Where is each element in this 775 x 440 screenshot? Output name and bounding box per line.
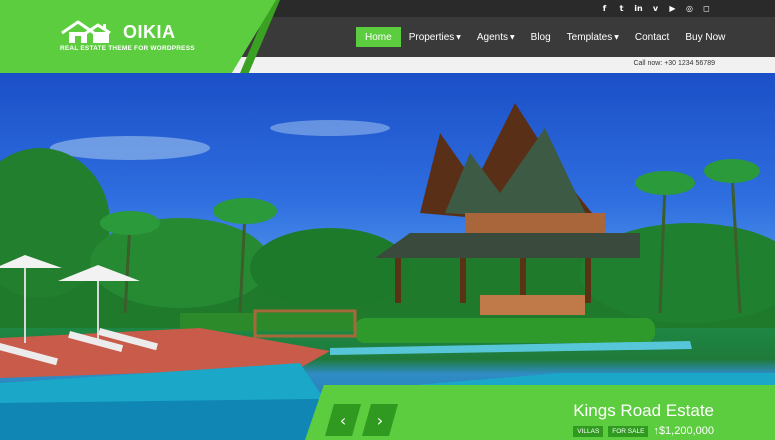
nav-item-contact[interactable]: Contact: [627, 27, 677, 47]
twitter-icon[interactable]: t: [613, 0, 630, 17]
resort-scene-image: [0, 103, 775, 440]
caret-down-icon: ▼: [614, 33, 619, 41]
tag-villas-badge[interactable]: VILLAS: [573, 425, 604, 437]
nav-item-label: Templates: [566, 31, 613, 43]
linkedin-icon[interactable]: in: [630, 0, 647, 17]
property-title[interactable]: Kings Road Estate: [573, 401, 714, 421]
facebook-icon[interactable]: f: [596, 0, 613, 17]
chevron-left-icon: ‹: [339, 410, 347, 430]
house-logo-icon[interactable]: [60, 20, 118, 44]
instagram-icon[interactable]: ◻: [698, 0, 715, 17]
nav-item-properties[interactable]: Properties ▼: [401, 27, 469, 47]
nav-item-agents[interactable]: Agents ▼: [469, 27, 523, 47]
nav-item-blog[interactable]: Blog: [523, 27, 559, 47]
main-menu: Home Properties ▼ Agents ▼ Blog Templates ▼…: [356, 27, 733, 47]
brand-name[interactable]: OIKIA: [123, 22, 176, 43]
property-meta: VILLAS FOR SALE ↑$1,200,000: [573, 425, 714, 437]
hero-slider-image: [0, 73, 775, 440]
nav-item-label: Buy Now: [685, 31, 726, 43]
vimeo-icon[interactable]: v: [647, 0, 664, 17]
nav-item-buy-now[interactable]: Buy Now: [677, 27, 733, 47]
youtube-icon[interactable]: ▶: [664, 0, 681, 17]
tag-for-sale-badge[interactable]: FOR SALE: [608, 425, 649, 437]
nav-item-templates[interactable]: Templates ▼: [559, 27, 627, 47]
call-now-text: Call now: +30 1234 56789: [633, 60, 715, 67]
social-links: f t in v ▶ ◎ ◻: [596, 0, 715, 17]
nav-item-label: Blog: [530, 31, 551, 43]
brand-tagline: REAL ESTATE THEME FOR WORDPRESS: [60, 45, 195, 52]
nav-item-label: Agents: [476, 31, 509, 43]
nav-item-label: Home: [365, 31, 392, 43]
nav-item-label: Contact: [634, 31, 670, 43]
nav-item-home[interactable]: Home: [356, 27, 401, 47]
chevron-right-icon: ›: [376, 410, 384, 430]
caret-down-icon: ▼: [456, 33, 461, 41]
price-value: $1,200,000: [658, 425, 714, 437]
nav-item-label: Properties: [408, 31, 455, 43]
property-price: ↑$1,200,000: [653, 425, 714, 437]
dribbble-icon[interactable]: ◎: [681, 0, 698, 17]
caret-down-icon: ▼: [510, 33, 515, 41]
